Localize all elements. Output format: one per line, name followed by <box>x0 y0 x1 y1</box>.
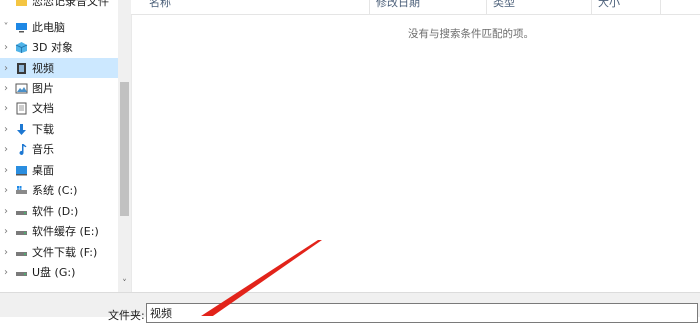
nav-item-label: 3D 对象 <box>32 41 73 54</box>
nav-item-label: 系统 (C:) <box>32 184 78 197</box>
nav-item-drive-g[interactable]: › U盘 (G:) <box>0 262 118 282</box>
folder-label: 文件夹: <box>108 309 145 322</box>
filename-bar: 文件夹: <box>0 292 700 323</box>
nav-item-this-pc[interactable]: ˅ 此电脑 <box>0 17 118 37</box>
nav-scrollbar[interactable]: ˅ <box>118 0 131 292</box>
expand-icon[interactable]: › <box>0 144 12 155</box>
nav-item-label: 文档 <box>32 102 54 115</box>
nav-item-drive-f[interactable]: › 文件下载 (F:) <box>0 242 118 262</box>
expand-icon[interactable]: › <box>0 165 12 176</box>
nav-item-videos[interactable]: › 视频 <box>0 58 118 78</box>
desktop-icon <box>16 165 27 175</box>
nav-item-desktop[interactable]: › 桌面 <box>0 160 118 180</box>
nav-item-documents[interactable]: › 文档 <box>0 98 118 118</box>
nav-item-label: 软件 (D:) <box>32 205 79 218</box>
folder-name-input[interactable] <box>146 303 698 323</box>
nav-item-label: 恋恋记录音文件 <box>32 0 109 8</box>
pictures-icon <box>15 83 28 93</box>
nav-item-label: 软件缓存 (E:) <box>32 225 99 238</box>
nav-item-drive-c[interactable]: › 系统 (C:) <box>0 180 118 200</box>
nav-item-label: 下载 <box>32 123 54 136</box>
this-pc-icon <box>16 22 27 32</box>
nav-item-3d-objects[interactable]: › 3D 对象 <box>0 37 118 57</box>
expand-icon[interactable]: › <box>0 226 12 237</box>
expand-icon[interactable]: › <box>0 42 12 53</box>
expand-icon[interactable]: › <box>0 206 12 217</box>
collapse-icon[interactable]: ˅ <box>0 22 12 33</box>
nav-item-drive-d[interactable]: › 软件 (D:) <box>0 201 118 221</box>
nav-item-label: 此电脑 <box>32 21 65 34</box>
expand-icon[interactable]: › <box>0 247 12 258</box>
expand-icon[interactable]: › <box>0 124 12 135</box>
3d-objects-icon <box>15 41 28 53</box>
nav-item-music[interactable]: › 音乐 <box>0 139 118 159</box>
nav-item-pictures[interactable]: › 图片 <box>0 78 118 98</box>
expand-icon[interactable]: › <box>0 103 12 114</box>
nav-item-label: 视频 <box>32 62 54 75</box>
expand-icon[interactable]: › <box>0 83 12 94</box>
download-arrow-icon <box>17 123 26 135</box>
nav-item-label: 文件下载 (F:) <box>32 246 98 259</box>
expand-icon[interactable]: › <box>0 185 12 196</box>
music-note-icon <box>19 143 27 155</box>
column-type[interactable]: 类型 <box>487 0 592 14</box>
nav-item-label: 桌面 <box>32 164 54 177</box>
drive-icon <box>16 210 27 215</box>
nav-item-label: 图片 <box>32 82 54 95</box>
system-drive-icon <box>16 185 27 194</box>
documents-icon <box>16 102 27 114</box>
column-date-modified[interactable]: 修改日期 <box>370 0 487 14</box>
nav-item-label: 音乐 <box>32 143 54 156</box>
nav-item-label: U盘 (G:) <box>32 266 76 279</box>
drive-icon <box>16 251 27 256</box>
expand-icon[interactable]: › <box>0 267 12 278</box>
usb-drive-icon <box>16 271 27 276</box>
videos-icon <box>17 62 26 74</box>
expand-icon[interactable]: › <box>0 63 12 74</box>
nav-item-recording-folder[interactable]: 恋恋记录音文件 <box>0 0 118 11</box>
scroll-down-icon[interactable]: ˅ <box>118 278 131 291</box>
column-name[interactable]: 名称 <box>143 0 370 14</box>
empty-results-message: 没有与搜索条件匹配的项。 <box>408 28 534 40</box>
drive-icon <box>16 230 27 235</box>
column-header: 名称 修改日期 类型 大小 <box>131 0 700 15</box>
navigation-pane[interactable]: 恋恋记录音文件 ˅ 此电脑 › 3D 对象 › 视频 › 图片 › 文档 › 下… <box>0 0 132 292</box>
nav-item-drive-e[interactable]: › 软件缓存 (E:) <box>0 221 118 241</box>
nav-item-downloads[interactable]: › 下载 <box>0 119 118 139</box>
folder-icon <box>16 0 27 6</box>
column-size[interactable]: 大小 <box>592 0 661 14</box>
scrollbar-thumb[interactable] <box>120 82 129 216</box>
